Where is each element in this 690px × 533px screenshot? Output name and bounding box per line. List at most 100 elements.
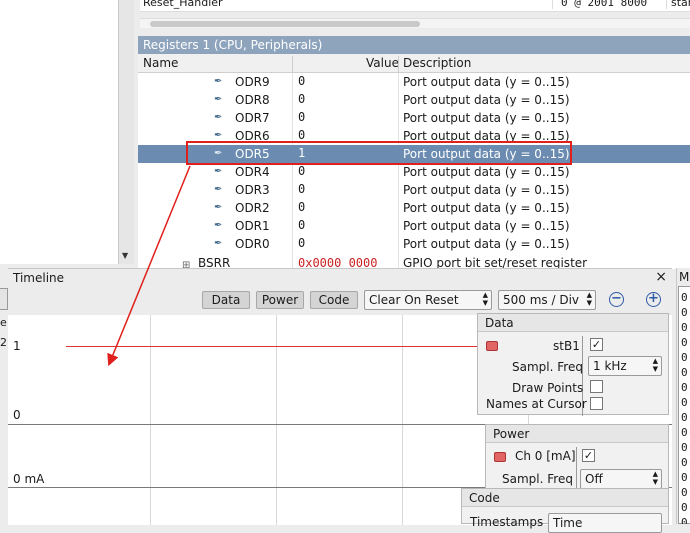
symbol-hscrollbar[interactable] [140,18,690,28]
bit-field-icon: ✒ [214,184,223,195]
channel-checkbox[interactable]: ✓ [582,449,595,462]
bit-field-icon: ✒ [214,238,223,249]
power-sampl-freq-select[interactable]: Off ▲ ▼ [580,469,662,489]
registers-table: ✒ ODR9 0 Port output data (y = 0..15) ✒ ODR8 0… [138,73,690,269]
register-value[interactable]: 0 [298,218,305,232]
registers-header: Name Value Description [138,54,690,75]
highlight-callout [186,141,572,165]
clear-mode-select[interactable]: Clear On Reset ▲ ▼ [364,290,492,310]
symbol-name: Reset_Handler [143,0,223,9]
hscroll-thumb[interactable] [150,21,420,27]
register-description: Port output data (y = 0..15) [403,219,570,233]
left-fragment-2: 2 [0,336,7,349]
register-value[interactable]: 0 [298,182,305,196]
register-row[interactable]: ✒ ODR2 0 Port output data (y = 0..15) [138,199,690,217]
close-icon[interactable]: × [655,269,667,285]
spinner-arrows-icon: ▲ ▼ [652,470,658,486]
memory-row: 0( [681,501,690,514]
register-row[interactable]: ✒ ODR0 0 Port output data (y = 0..15) [138,235,690,253]
power-popup-title: Power [486,425,668,443]
register-value[interactable]: 0 [298,236,305,250]
channel-label: Ch 0 [mA] [515,449,576,463]
register-row[interactable]: ✒ ODR3 0 Port output data (y = 0..15) [138,181,690,199]
y-label-0ma: 0 mA [13,472,45,486]
spinner-arrows-icon: ▲ ▼ [652,357,658,373]
timeline-toolbar: Data Power Code Clear On Reset ▲ ▼ 500 ms… [8,287,672,313]
register-description: Port output data (y = 0..15) [403,165,570,179]
memory-row: 0( [681,351,690,364]
data-popup: Data stB1 ✓ Sampl. Freq 1 kHz ▲ ▼ Draw Po… [477,313,669,416]
memory-list[interactable]: 0(0(0(0(0(0(0(0(0(0(0(0(0(0(0(0( [678,286,690,524]
register-row[interactable]: ✒ ODR7 0 Port output data (y = 0..15) [138,109,690,127]
zoom-in-icon[interactable]: + [646,292,661,307]
scroll-down-arrow-icon[interactable]: ▼ [122,251,128,260]
memory-row: 0( [681,456,690,469]
register-name: ODR1 [235,219,270,233]
bit-field-icon: ✒ [214,94,223,105]
register-value[interactable]: 0 [298,110,305,124]
symbol-extra: start [666,0,690,9]
memory-row: 0( [681,381,690,394]
signal-trace [66,346,486,347]
left-edge-button[interactable] [0,288,8,310]
register-name: ODR2 [235,201,270,215]
registers-title: Registers 1 (CPU, Peripherals) [138,36,690,54]
bit-field-icon: ✒ [214,220,223,231]
register-value[interactable]: 0 [298,164,305,178]
col-description[interactable]: Description [403,56,471,70]
register-name: ODR9 [235,75,270,89]
draw-points-checkbox[interactable] [590,380,603,393]
register-name: ODR8 [235,93,270,107]
register-description: Port output data (y = 0..15) [403,237,570,251]
register-value[interactable]: 0 [298,128,305,142]
register-row[interactable]: ✒ ODR9 0 Port output data (y = 0..15) [138,73,690,91]
register-value[interactable]: 0 [298,200,305,214]
register-name: ODR3 [235,183,270,197]
draw-points-label: Draw Points [512,381,584,395]
series-checkbox[interactable]: ✓ [590,338,603,351]
register-row[interactable]: ✒ ODR1 0 Port output data (y = 0..15) [138,217,690,235]
memory-row: 0( [681,426,690,439]
bit-field-icon: ✒ [214,130,223,141]
memory-row: 0( [681,291,690,304]
register-description: Port output data (y = 0..15) [403,75,570,89]
time-div-select[interactable]: 500 ms / Div ▲ ▼ [498,290,596,310]
spinner-arrows-icon: ▲ ▼ [586,291,592,307]
col-name[interactable]: Name [143,56,178,70]
data-button[interactable]: Data [202,291,250,309]
timestamp-label: Timestamps [470,515,544,529]
timestamp-select[interactable]: Time [548,513,662,533]
memory-row: 0( [681,306,690,319]
channel-color-swatch[interactable] [494,452,506,462]
register-value[interactable]: 0 [298,92,305,106]
code-button[interactable]: Code [310,291,358,309]
register-value[interactable]: 0 [298,74,305,88]
col-value[interactable]: Value [366,56,399,70]
register-row[interactable]: ✒ ODR8 0 Port output data (y = 0..15) [138,91,690,109]
series-name: stB1 [553,339,580,353]
memory-row: 0( [681,471,690,484]
sampl-freq-label: Sampl. Freq [512,360,583,374]
power-button[interactable]: Power [256,291,304,309]
memory-row: 0( [681,441,690,454]
symbol-row[interactable]: Reset_Handler 0 @ 2001 8000 start [140,0,690,12]
spinner-arrows-icon: ▲ ▼ [482,291,488,307]
memory-row: 0( [681,396,690,409]
register-name: ODR0 [235,237,270,251]
bit-field-icon: ✒ [214,76,223,87]
register-description: Port output data (y = 0..15) [403,93,570,107]
sampl-freq-select[interactable]: 1 kHz ▲ ▼ [588,356,662,376]
zoom-out-icon[interactable]: − [609,292,624,307]
left-pane-scrollbar[interactable]: ▼ [118,0,134,264]
memory-row: 0( [681,516,690,524]
code-popup: Code Timestamps Time [461,488,669,533]
series-color-swatch[interactable] [486,341,498,351]
memory-row: 0( [681,321,690,334]
register-description: Port output data (y = 0..15) [403,183,570,197]
names-cursor-checkbox[interactable] [590,397,603,410]
register-row[interactable]: ✒ ODR4 0 Port output data (y = 0..15) [138,163,690,181]
left-pane [0,0,118,264]
data-popup-title: Data [478,314,668,332]
memory-row: 0( [681,411,690,424]
code-popup-title: Code [462,489,668,507]
